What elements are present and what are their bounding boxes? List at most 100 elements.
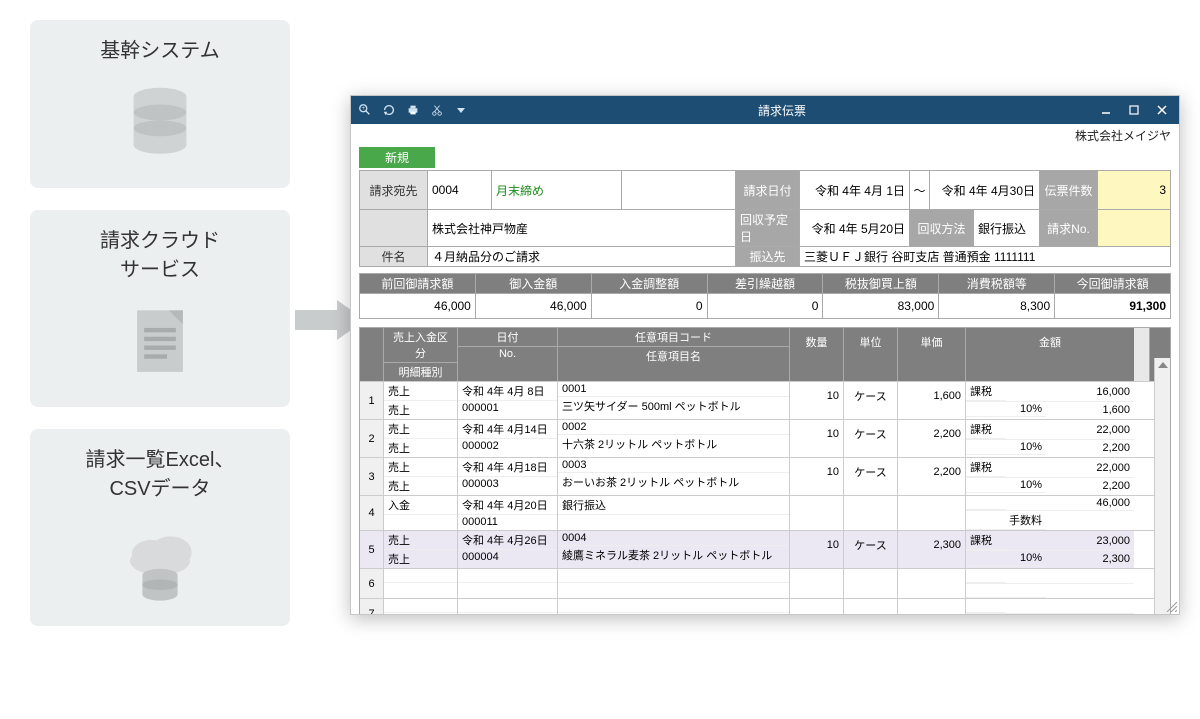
cell-item[interactable]: 0004綾鷹ミネラル麦茶 2リットル ペットボトル xyxy=(558,531,790,568)
cell-date-no[interactable]: 令和 4年 4月20日000011 xyxy=(458,496,558,530)
cell-amount[interactable]: 課税22,00010%2,200 xyxy=(966,420,1134,457)
col-date-top: 日付 xyxy=(458,328,557,347)
cell-price[interactable]: 1,600 xyxy=(898,382,966,419)
summary-col-adjust: 入金調整額 xyxy=(592,274,708,293)
cell-item[interactable]: 0003おーいお茶 2リットル ペットボトル xyxy=(558,458,790,495)
bill-to-name[interactable]: 株式会社神戸物産 xyxy=(428,210,736,246)
cell-amount[interactable]: 課税22,00010%2,200 xyxy=(966,458,1134,495)
company-name: 株式会社メイジヤ xyxy=(351,124,1179,147)
sources-column: 基幹システム 請求クラウド サービス 請求一覧Excel、 CSVデータ xyxy=(30,20,290,648)
label-collect-date: 回収予定日 xyxy=(736,210,800,246)
cell-kubun[interactable]: 売上売上 xyxy=(384,458,458,495)
cell-unit[interactable]: ケース xyxy=(844,458,898,495)
cell-kubun[interactable]: 売上売上 xyxy=(384,382,458,419)
cell-item[interactable]: 0002十六茶 2リットル ペットボトル xyxy=(558,420,790,457)
cell-qty[interactable]: 10 xyxy=(790,458,844,495)
cell-item[interactable] xyxy=(558,569,790,598)
table-row[interactable]: 1売上売上令和 4年 4月 8日0000010001三ツ矢サイダー 500ml … xyxy=(360,381,1170,419)
table-row[interactable]: 6 xyxy=(360,568,1170,598)
col-kubun-bottom: 明細種別 xyxy=(384,363,457,381)
cell-date-no[interactable]: 令和 4年 4月18日000003 xyxy=(458,458,558,495)
cell-price[interactable] xyxy=(898,599,966,615)
table-row[interactable]: 3売上売上令和 4年 4月18日0000030003おーいお茶 2リットル ペッ… xyxy=(360,457,1170,495)
resize-grip-icon[interactable] xyxy=(1165,600,1177,612)
cell-kubun[interactable] xyxy=(384,569,458,598)
refresh-icon[interactable] xyxy=(381,102,397,118)
summary-grid: 前回御請求額 御入金額 入金調整額 差引繰越額 税抜御買上額 消費税額等 今回御… xyxy=(359,273,1171,319)
maximize-button[interactable] xyxy=(1123,101,1145,119)
cell-kubun[interactable]: 入金 xyxy=(384,496,458,530)
bill-date-to[interactable]: 令和 4年 4月30日 xyxy=(930,171,1040,209)
cell-price[interactable]: 2,200 xyxy=(898,420,966,457)
cell-qty[interactable] xyxy=(790,569,844,598)
cell-amount[interactable] xyxy=(966,569,1134,598)
cell-price[interactable]: 2,200 xyxy=(898,458,966,495)
cell-amount[interactable]: 46,000手数料 xyxy=(966,496,1134,530)
dropdown-icon[interactable] xyxy=(453,102,469,118)
cell-date-no[interactable]: 令和 4年 4月14日000002 xyxy=(458,420,558,457)
table-row[interactable]: 4入金令和 4年 4月20日000011銀行振込46,000手数料 xyxy=(360,495,1170,530)
cell-amount[interactable] xyxy=(966,599,1134,615)
summary-val-prev: 46,000 xyxy=(360,294,476,318)
cell-kubun[interactable]: 売上売上 xyxy=(384,531,458,568)
bill-to-code[interactable]: 0004 xyxy=(428,171,492,209)
date-tilde: ～ xyxy=(910,171,930,209)
cell-kubun[interactable]: 売上売上 xyxy=(384,420,458,457)
close-button[interactable] xyxy=(1151,101,1173,119)
col-date-bottom: No. xyxy=(458,347,557,361)
summary-value-row: 46,000 46,000 0 0 83,000 8,300 91,300 xyxy=(360,294,1170,318)
invoice-no[interactable] xyxy=(1098,210,1170,246)
cell-unit[interactable]: ケース xyxy=(844,531,898,568)
row-index: 7 xyxy=(360,599,384,615)
detail-header: 売上入金区分明細種別 日付No. 任意項目コード任意項目名 数量 単位 単価 金… xyxy=(360,328,1170,381)
summary-val-deposit: 46,000 xyxy=(476,294,592,318)
transfer-to[interactable]: 三菱ＵＦＪ銀行 谷町支店 普通預金 1111111 xyxy=(800,247,1170,266)
cell-amount[interactable]: 課税23,00010%2,300 xyxy=(966,531,1134,568)
cell-item[interactable]: 銀行振込 xyxy=(558,496,790,530)
titlebar: + 請求伝票 xyxy=(351,96,1179,124)
subject[interactable]: ４月納品分のご請求 xyxy=(428,247,736,266)
minimize-button[interactable] xyxy=(1095,101,1117,119)
header-grid: 請求宛先 0004 月末締め 請求日付 令和 4年 4月 1日 ～ 令和 4年 … xyxy=(359,170,1171,267)
table-row[interactable]: 5売上売上令和 4年 4月26日0000040004綾鷹ミネラル麦茶 2リットル… xyxy=(360,530,1170,568)
cell-date-no[interactable]: 令和 4年 4月26日000004 xyxy=(458,531,558,568)
summary-val-subtotal: 83,000 xyxy=(823,294,939,318)
cloud-database-icon xyxy=(116,517,204,605)
cell-item[interactable]: 0001三ツ矢サイダー 500ml ペットボトル xyxy=(558,382,790,419)
count-value[interactable]: 3 xyxy=(1098,171,1170,209)
cell-date-no[interactable]: 令和 4年 4月 8日000001 xyxy=(458,382,558,419)
col-price: 単価 xyxy=(898,328,965,358)
cell-qty[interactable] xyxy=(790,496,844,530)
cell-item[interactable] xyxy=(558,599,790,615)
cell-unit[interactable]: ケース xyxy=(844,382,898,419)
cell-price[interactable] xyxy=(898,569,966,598)
collect-date[interactable]: 令和 4年 5月20日 xyxy=(800,210,910,246)
zoom-icon[interactable]: + xyxy=(357,102,373,118)
cell-unit[interactable] xyxy=(844,569,898,598)
table-row[interactable]: 7 xyxy=(360,598,1170,615)
cut-icon[interactable] xyxy=(429,102,445,118)
summary-col-carry: 差引繰越額 xyxy=(708,274,824,293)
svg-text:+: + xyxy=(361,105,365,112)
collect-method[interactable]: 銀行振込 xyxy=(974,210,1040,246)
cell-unit[interactable] xyxy=(844,599,898,615)
row-index: 2 xyxy=(360,420,384,457)
cell-kubun[interactable] xyxy=(384,599,458,615)
cell-date-no[interactable] xyxy=(458,569,558,598)
cell-unit[interactable]: ケース xyxy=(844,420,898,457)
cell-qty[interactable]: 10 xyxy=(790,382,844,419)
cell-qty[interactable]: 10 xyxy=(790,420,844,457)
cell-date-no[interactable] xyxy=(458,599,558,615)
cell-qty[interactable]: 10 xyxy=(790,531,844,568)
label-invoice-no: 請求No. xyxy=(1040,210,1098,246)
vertical-scrollbar[interactable] xyxy=(1154,358,1170,615)
table-row[interactable]: 2売上売上令和 4年 4月14日0000020002十六茶 2リットル ペットボ… xyxy=(360,419,1170,457)
print-icon[interactable] xyxy=(405,102,421,118)
cell-price[interactable]: 2,300 xyxy=(898,531,966,568)
cell-qty[interactable] xyxy=(790,599,844,615)
cell-unit[interactable] xyxy=(844,496,898,530)
cell-price[interactable] xyxy=(898,496,966,530)
cell-amount[interactable]: 課税16,00010%1,600 xyxy=(966,382,1134,419)
summary-col-deposit: 御入金額 xyxy=(476,274,592,293)
bill-date-from[interactable]: 令和 4年 4月 1日 xyxy=(800,171,910,209)
